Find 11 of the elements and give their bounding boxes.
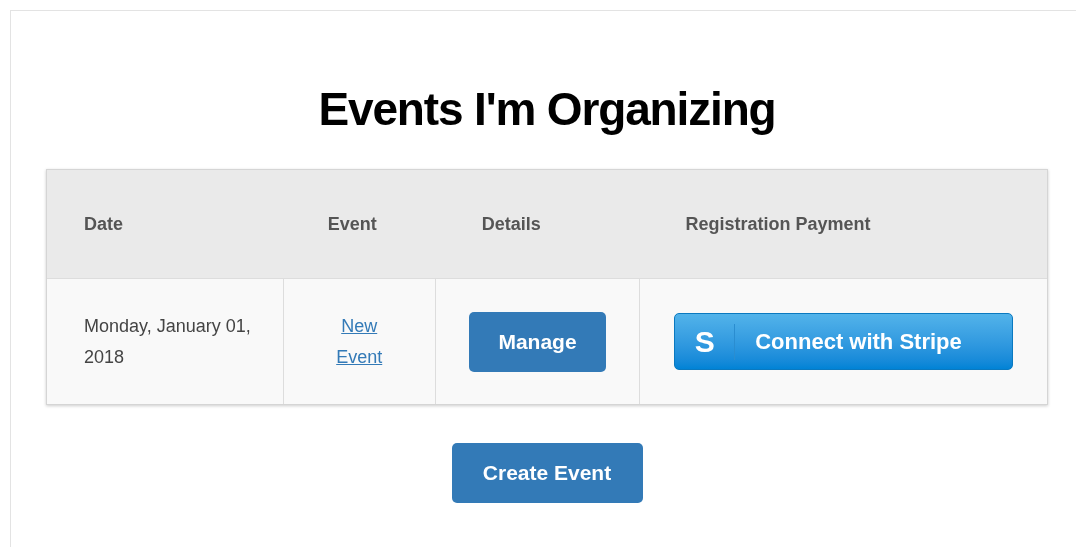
event-link[interactable]: New Event bbox=[329, 310, 390, 373]
date-cell-text: Monday, January 01, 2018 bbox=[84, 314, 252, 369]
manage-button[interactable]: Manage bbox=[469, 311, 607, 372]
column-header: Details bbox=[481, 212, 541, 236]
page-heading: Events I'm Organizing bbox=[317, 82, 777, 137]
create-event-button[interactable]: Create Event bbox=[451, 443, 643, 503]
column-header: Registration Payment bbox=[685, 212, 871, 236]
connect-stripe-button[interactable]: S Connect with Stripe bbox=[674, 313, 1014, 370]
column-header: Date bbox=[84, 212, 123, 236]
stripe-button-label: Connect with Stripe bbox=[754, 328, 962, 356]
column-header: Event bbox=[327, 212, 377, 236]
